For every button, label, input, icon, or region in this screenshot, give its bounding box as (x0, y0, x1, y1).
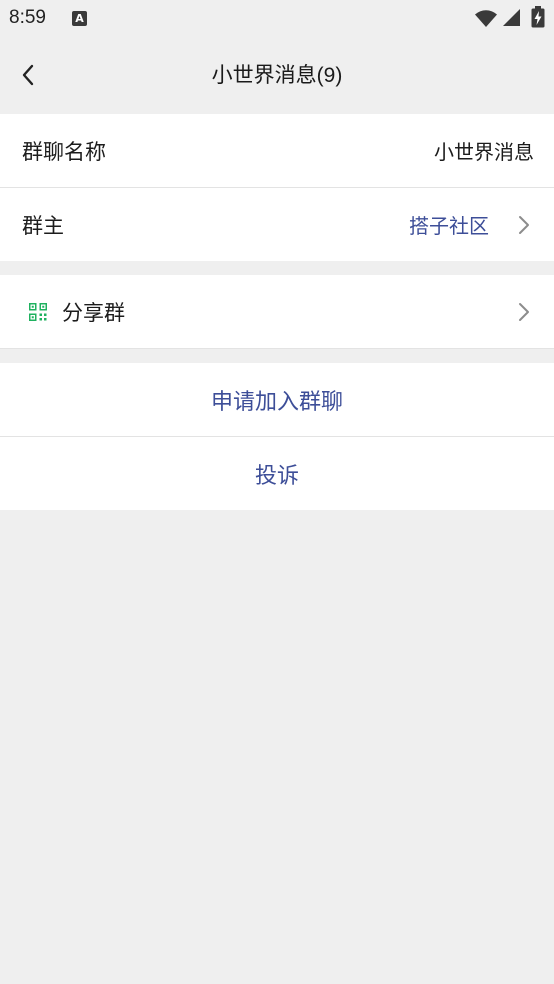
group-name-row: 群聊名称 小世界消息 (0, 114, 554, 187)
battery-charging-icon (531, 6, 545, 28)
header: 小世界消息(9) (0, 37, 554, 114)
group-name-value: 小世界消息 (434, 142, 534, 164)
share-group-row[interactable]: 分享群 (0, 275, 554, 348)
share-card: 分享群 (0, 275, 554, 349)
a-notification-icon: A (72, 11, 87, 26)
status-bar: 8:59 A (0, 0, 554, 37)
group-name-label: 群聊名称 (22, 140, 106, 164)
chevron-right-icon (519, 215, 529, 234)
group-owner-label: 群主 (22, 214, 64, 238)
actions-card: 申请加入群聊 投诉 (0, 363, 554, 510)
share-group-label: 分享群 (62, 301, 125, 325)
wifi-icon (475, 10, 497, 27)
cell-signal-icon (503, 9, 520, 26)
join-group-button[interactable]: 申请加入群聊 (0, 363, 554, 436)
report-button[interactable]: 投诉 (0, 437, 554, 510)
group-info-card: 群聊名称 小世界消息 群主 搭子社区 (0, 114, 554, 261)
qr-code-icon (29, 302, 47, 321)
page-title: 小世界消息(9) (211, 64, 343, 87)
group-owner-value[interactable]: 搭子社区 (409, 210, 489, 239)
chevron-right-icon (519, 302, 529, 321)
group-owner-row[interactable]: 群主 搭子社区 (0, 188, 554, 261)
status-time: 8:59 (9, 7, 46, 28)
